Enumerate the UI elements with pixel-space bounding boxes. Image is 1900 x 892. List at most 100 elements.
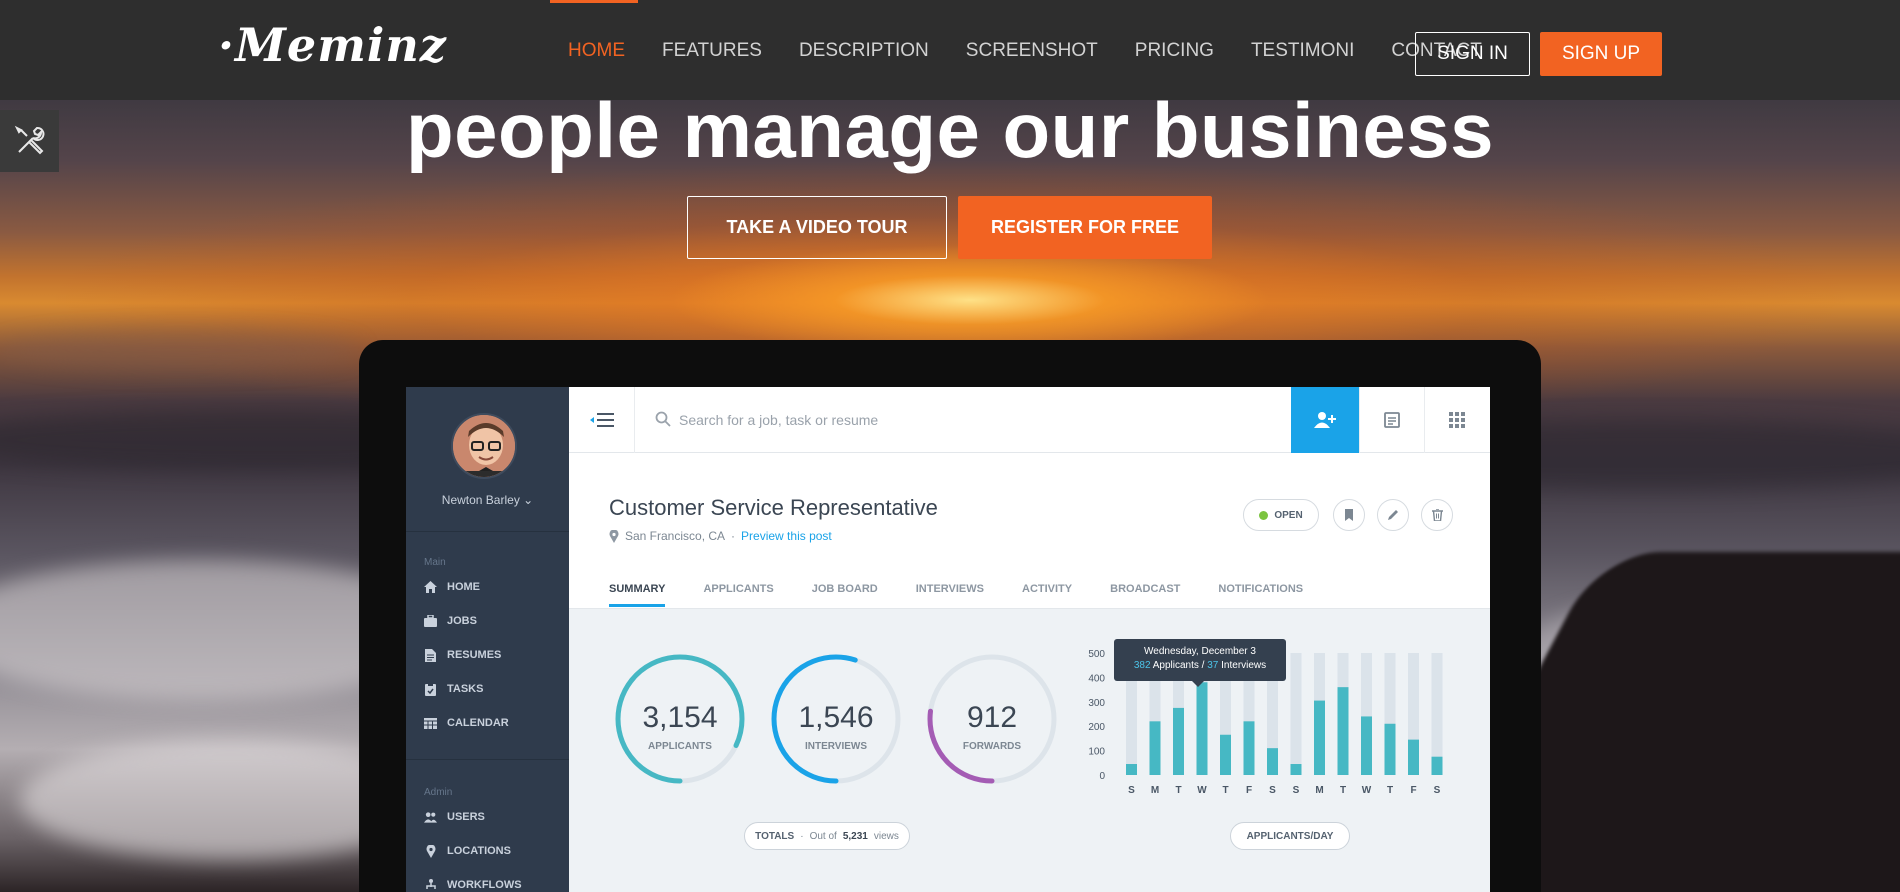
tab-interviews[interactable]: INTERVIEWS [916,583,984,607]
y-tick-label: 100 [1088,747,1105,758]
sidebar-item-tasks[interactable]: TASKS [424,682,484,696]
status-badge[interactable]: OPEN [1243,499,1319,531]
job-title: Customer Service Representative [609,495,938,520]
notes-button[interactable] [1359,387,1424,453]
apps-grid-button[interactable] [1424,387,1489,453]
tools-button[interactable] [0,110,59,172]
x-tick-label: S [1434,785,1441,796]
sidebar-item-label: TASKS [447,683,484,695]
job-header: Customer Service Representative San Fran… [569,453,1490,609]
nav-link-screenshot[interactable]: SCREENSHOT [966,40,1098,62]
job-location-row: San Francisco, CA · Preview this post [609,529,832,543]
tab-summary[interactable]: SUMMARY [609,583,666,607]
tab-applicants[interactable]: APPLICANTS [703,583,773,607]
y-tick-label: 0 [1099,771,1105,782]
sidebar-item-home[interactable]: HOME [424,581,480,593]
sidebar-item-locations[interactable]: LOCATIONS [424,844,511,858]
nav-link-pricing[interactable]: PRICING [1135,40,1214,62]
separator-dot: · [731,529,736,543]
home-icon [424,581,437,593]
sidebar-item-users[interactable]: USERS [424,811,485,823]
nav-link-home[interactable]: HOME [568,40,625,62]
stat-value: 912 [967,701,1017,734]
register-button[interactable]: REGISTER FOR FREE [958,196,1212,259]
x-tick-label: T [1222,785,1228,796]
x-tick-label: T [1175,785,1181,796]
search-input[interactable] [679,405,1139,435]
bar-track [1290,653,1302,775]
status-label: OPEN [1274,509,1303,521]
y-tick-label: 500 [1088,649,1105,660]
users-icon [424,811,437,823]
x-tick-label: M [1151,785,1159,796]
sidebar-section-admin: Admin [424,787,453,798]
applicants-per-day-pill: APPLICANTS/DAY [1230,822,1350,850]
stat-label: APPLICANTS [648,741,712,752]
sign-up-button[interactable]: SIGN UP [1540,32,1662,76]
y-tick-label: 300 [1088,698,1105,709]
chart-bar [1220,734,1231,775]
map-pin-icon [609,529,619,543]
avatar[interactable] [451,413,517,479]
totals-views: 5,231 [842,830,868,842]
menu-toggle-button[interactable] [569,387,635,453]
sidebar-item-label: JOBS [447,615,477,627]
add-user-button[interactable] [1291,387,1359,453]
y-tick-label: 400 [1088,673,1105,684]
chart-bar [1290,764,1302,775]
chart-bar [1243,721,1255,775]
tab-activity[interactable]: ACTIVITY [1022,583,1072,607]
summary-panel: 3,154 APPLICANTS 1,546 INTERVIEWS 912 FORWARD… [615,649,1443,796]
calendar-icon [424,717,437,729]
x-tick-label: T [1340,785,1346,796]
bookmark-button[interactable] [1333,499,1365,531]
totals-views-suffix: views [873,830,899,842]
x-tick-label: S [1128,785,1135,796]
sidebar-item-workflows[interactable]: WORKFLOWS [424,879,522,891]
user-name[interactable]: Newton Barley ⌄ [406,493,569,507]
x-tick-label: T [1387,785,1393,796]
chart-bar [1196,682,1208,775]
nav-links: HOME FEATURES DESCRIPTION SCREENSHOT PRI… [568,40,1519,62]
brand-logo[interactable]: ·Meminz [218,18,447,72]
tab-notifications[interactable]: NOTIFICATIONS [1218,583,1303,607]
preview-post-link[interactable]: Preview this post [741,529,832,543]
edit-button[interactable] [1377,499,1409,531]
bookmark-icon [1345,509,1353,521]
tab-job-board[interactable]: JOB BOARD [812,583,878,607]
x-tick-label: W [1197,785,1207,796]
status-dot-icon [1259,510,1269,520]
app-topbar [569,387,1490,453]
sidebar-item-label: WORKFLOWS [447,879,522,891]
workflow-icon [424,879,437,891]
sidebar-item-jobs[interactable]: JOBS [424,615,477,627]
tab-broadcast[interactable]: BROADCAST [1110,583,1180,607]
tools-icon [14,125,44,155]
x-tick-label: S [1269,785,1276,796]
app-screenshot: Newton Barley ⌄ Main HOME JOBS RESUMES T… [406,387,1490,892]
nav-link-testimoni[interactable]: TESTIMONI [1251,40,1354,62]
sidebar-item-label: HOME [447,581,480,593]
tooltip-interviews: 37 [1207,660,1219,671]
sidebar-item-calendar[interactable]: CALENDAR [424,717,509,729]
chart-bar [1267,748,1278,775]
chart-bar [1384,723,1396,775]
x-tick-label: S [1293,785,1300,796]
search-icon [655,411,671,432]
nav-link-features[interactable]: FEATURES [662,40,762,62]
sidebar-item-label: CALENDAR [447,717,509,729]
app-sidebar: Newton Barley ⌄ Main HOME JOBS RESUMES T… [406,387,569,892]
tooltip-values: 382 Applicants / 37 Interviews [1114,659,1286,673]
video-tour-button[interactable]: TAKE A VIDEO TOUR [687,196,947,259]
nav-link-description[interactable]: DESCRIPTION [799,40,929,62]
totals-label: TOTALS [755,830,795,842]
tooltip-applicants-label: Applicants / [1152,660,1205,671]
menu-icon [589,413,614,427]
add-user-icon [1314,412,1336,428]
delete-button[interactable] [1421,499,1453,531]
totals-out-of: Out of [809,830,837,842]
document-icon [424,648,437,662]
sign-in-button[interactable]: SIGN IN [1415,32,1530,76]
grid-icon [1449,412,1465,428]
sidebar-item-resumes[interactable]: RESUMES [424,648,501,662]
